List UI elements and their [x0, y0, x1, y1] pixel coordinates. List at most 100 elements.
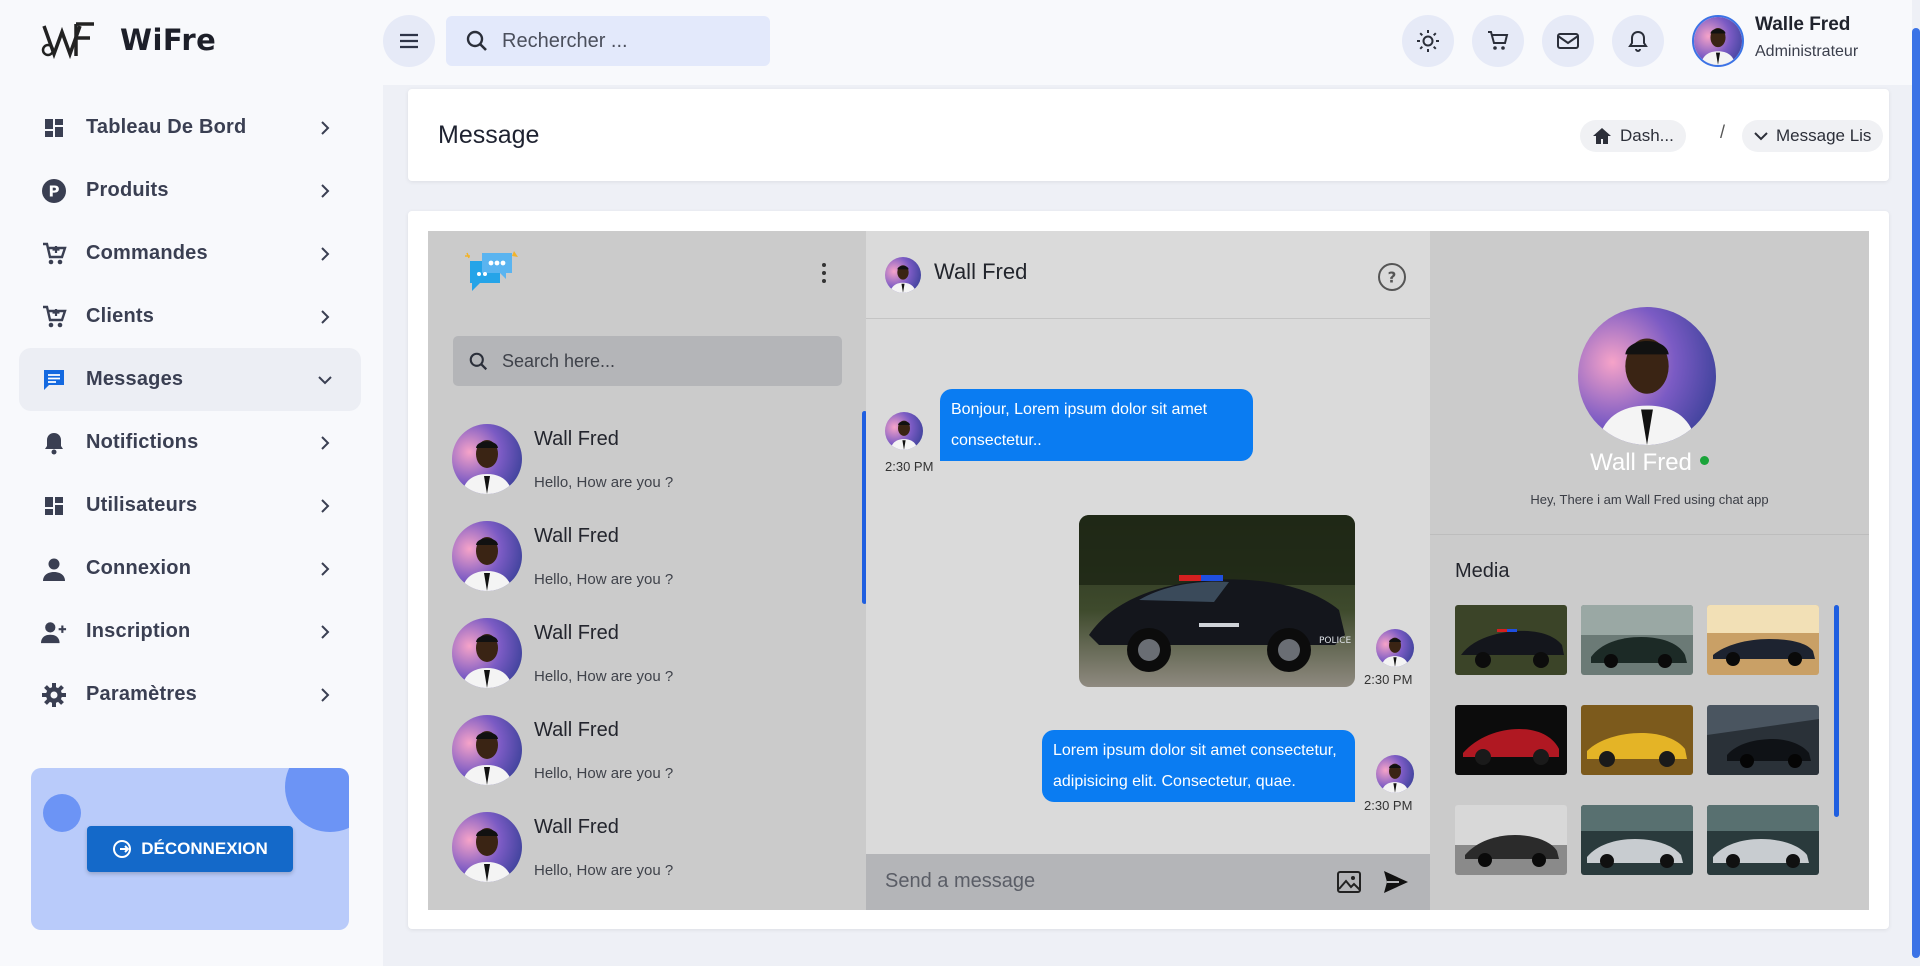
product-p-icon: P — [41, 178, 67, 204]
contact-last-message: Hello, How are you ? — [534, 571, 674, 588]
chevron-right-icon — [313, 242, 337, 266]
decor-circle — [285, 768, 349, 832]
sidebar-item-label: Paramètres — [86, 683, 197, 705]
sidebar-item-tableau-de-bord[interactable]: Tableau De Bord — [19, 96, 361, 159]
scrollbar-thumb[interactable] — [1912, 28, 1920, 958]
user-avatar[interactable] — [1692, 15, 1744, 67]
message-bubble-incoming: Bonjour, Lorem ipsum dolor sit amet cons… — [940, 389, 1253, 461]
message-icon — [41, 367, 67, 393]
more-vertical-icon[interactable] — [820, 261, 828, 285]
notifications-button[interactable] — [1612, 15, 1664, 67]
contact-last-message: Hello, How are you ? — [534, 862, 674, 879]
breadcrumb-label: Message Lis — [1776, 126, 1872, 145]
brand-logo — [41, 22, 94, 60]
chevron-right-icon — [313, 683, 337, 707]
mail-icon — [1557, 33, 1579, 49]
help-icon[interactable]: ? — [1377, 262, 1407, 292]
chevron-right-icon — [313, 620, 337, 644]
sidebar-item-messages[interactable]: Messages — [19, 348, 361, 411]
chevron-down-icon — [1754, 132, 1768, 141]
contact-search[interactable] — [453, 336, 842, 386]
brand-name: WiFre — [120, 23, 217, 57]
contact-item[interactable]: Wall Fred Hello, How are you ? — [452, 812, 852, 892]
sidebar-item-connexion[interactable]: Connexion — [19, 537, 361, 600]
global-search-input[interactable] — [502, 29, 752, 53]
chevron-right-icon — [313, 305, 337, 329]
breadcrumb-dashboard[interactable]: Dash... — [1580, 120, 1686, 152]
menu-toggle-button[interactable] — [383, 15, 435, 67]
sidebar-item-clients[interactable]: Clients — [19, 285, 361, 348]
sidebar-item-label: Produits — [86, 179, 169, 201]
police-car-image: POLICE — [1079, 515, 1355, 687]
sidebar-nav: Tableau De Bord P Produits Commandes Cli… — [19, 96, 361, 726]
conversation-header: Wall Fred ? — [866, 231, 1430, 319]
cart-icon — [1488, 31, 1509, 50]
media-scrollbar[interactable] — [1834, 605, 1839, 817]
contact-item[interactable]: Wall Fred Hello, How are you ? — [452, 715, 852, 795]
dashboard-icon — [41, 493, 67, 519]
media-thumbnail[interactable] — [1707, 705, 1819, 775]
media-thumbnail[interactable] — [1707, 805, 1819, 875]
contact-item[interactable]: Wall Fred Hello, How are you ? — [452, 521, 852, 601]
breadcrumb-message-list[interactable]: Message Lis — [1742, 120, 1884, 152]
media-thumbnail[interactable] — [1581, 605, 1693, 675]
message-bubble-outgoing: Lorem ipsum dolor sit amet consectetur, … — [1042, 730, 1355, 802]
contact-item[interactable]: Wall Fred Hello, How are you ? — [452, 424, 852, 504]
contact-avatar — [452, 424, 522, 494]
person-add-icon — [41, 619, 67, 645]
mail-button[interactable] — [1542, 15, 1594, 67]
cart-button[interactable] — [1472, 15, 1524, 67]
top-header: Walle Fred Administrateur — [383, 0, 1920, 85]
global-search[interactable] — [446, 16, 770, 66]
svg-text:POLICE: POLICE — [1319, 636, 1351, 646]
media-thumbnail[interactable] — [1455, 705, 1567, 775]
message-input[interactable] — [885, 870, 1305, 893]
breadcrumb-separator: / — [1720, 122, 1726, 142]
cart-icon — [41, 241, 67, 267]
profile-status: Hey, There i am Wall Fred using chat app — [1530, 492, 1769, 507]
media-thumbnail[interactable] — [1707, 605, 1819, 675]
send-icon[interactable] — [1382, 869, 1410, 895]
sidebar-item-label: Messages — [86, 368, 184, 390]
sidebar-item-commandes[interactable]: Commandes — [19, 222, 361, 285]
logout-icon — [113, 840, 132, 858]
page-title-card: Message Dash... / Message Lis — [408, 89, 1889, 181]
contact-avatar — [452, 618, 522, 688]
media-thumbnail[interactable] — [1455, 805, 1567, 875]
media-thumbnail[interactable] — [1581, 805, 1693, 875]
hamburger-icon — [400, 33, 418, 49]
profile-name: Wall Fred — [1590, 449, 1692, 476]
profile-name-row: Wall Fred — [1430, 449, 1869, 477]
contact-search-input[interactable] — [502, 350, 822, 372]
message-time: 2:30 PM — [1364, 798, 1413, 813]
attach-image-icon[interactable] — [1336, 869, 1362, 895]
conversation-avatar — [885, 257, 921, 293]
sidebar-item-utilisateurs[interactable]: Utilisateurs — [19, 474, 361, 537]
contact-name: Wall Fred — [534, 816, 619, 838]
brand[interactable]: WiFre — [40, 18, 216, 62]
divider — [1430, 534, 1869, 535]
contact-item[interactable]: Wall Fred Hello, How are you ? — [452, 618, 852, 698]
sidebar-item-label: Inscription — [86, 620, 191, 642]
chevron-down-icon — [313, 368, 337, 392]
sidebar-item-label: Tableau De Bord — [86, 116, 247, 138]
sidebar-item-parametres[interactable]: Paramètres — [19, 663, 361, 726]
message-image[interactable]: POLICE — [1079, 515, 1355, 687]
breadcrumb-label: Dash... — [1620, 126, 1674, 145]
page-scrollbar[interactable] — [1912, 0, 1920, 966]
bell-icon — [1628, 30, 1648, 52]
sidebar-item-notifictions[interactable]: Notifictions — [19, 411, 361, 474]
media-thumbnail[interactable] — [1455, 605, 1567, 675]
person-icon — [41, 556, 67, 582]
sidebar-item-produits[interactable]: P Produits — [19, 159, 361, 222]
search-icon — [466, 30, 487, 51]
media-thumbnail[interactable] — [1581, 705, 1693, 775]
message-avatar — [885, 412, 923, 450]
theme-toggle-button[interactable] — [1402, 15, 1454, 67]
online-status-dot — [1699, 456, 1709, 466]
chevron-right-icon — [313, 116, 337, 140]
search-icon — [469, 352, 488, 370]
sidebar-item-inscription[interactable]: Inscription — [19, 600, 361, 663]
logout-button[interactable]: DÉCONNEXION — [87, 826, 293, 872]
avatar-image — [1694, 17, 1742, 65]
